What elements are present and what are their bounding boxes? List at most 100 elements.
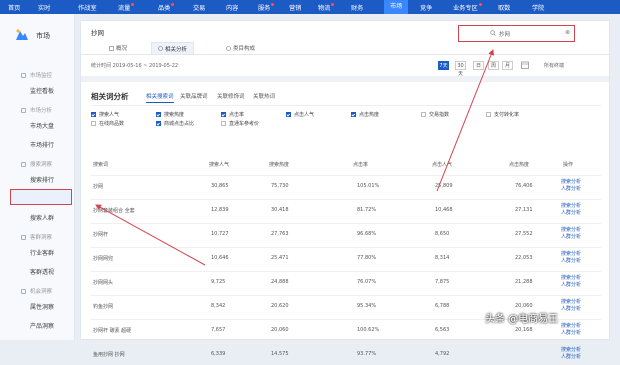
search-analysis-link[interactable]: 搜索分析 <box>561 299 581 306</box>
checkbox-label: 点击率 <box>229 112 245 118</box>
column-header[interactable]: 点击人气 <box>432 161 452 168</box>
divider <box>91 105 601 106</box>
category-icon <box>226 45 231 51</box>
metric-checkbox[interactable]: 搜索热度 <box>156 111 184 118</box>
column-header[interactable]: 点击率 <box>353 161 368 168</box>
clear-icon[interactable]: ⊗ <box>565 29 570 36</box>
nav-item-6[interactable]: 内容 <box>226 3 238 12</box>
nav-item-5[interactable]: 交易 <box>193 3 205 12</box>
search-analysis-link[interactable]: 搜索分析 <box>561 275 581 282</box>
period-button[interactable]: 日 <box>473 61 484 70</box>
search-word-cell: 钓鱼抄网 <box>93 304 114 310</box>
nav-item-14[interactable]: 取数 <box>498 3 510 12</box>
column-header[interactable]: 搜索热度 <box>269 161 289 168</box>
search-word-cell: 鱼用抄网 抄网 <box>93 352 125 358</box>
period-button[interactable]: 周 <box>488 61 499 70</box>
nav-item-1[interactable]: 实时 <box>38 3 50 12</box>
metric-cell: 9,725 <box>211 279 226 285</box>
panel-tab[interactable]: 相关搜索词 <box>146 92 174 103</box>
nav-item-8[interactable]: 营销 <box>289 3 301 12</box>
nav-item-10[interactable]: 财务 <box>351 3 363 12</box>
search-analysis-link[interactable]: 搜索分析 <box>561 179 581 186</box>
metric-cell: 30,418 <box>271 207 289 213</box>
crowd-analysis-link[interactable]: 人群分析 <box>561 210 581 217</box>
overview-icon <box>109 45 114 51</box>
new-dot-icon <box>478 3 482 6</box>
metric-checkbox[interactable]: 点击率 <box>221 111 244 118</box>
metric-checkbox[interactable]: 交易指数 <box>421 111 449 118</box>
tab-overview[interactable]: 概况 <box>109 44 127 52</box>
crowd-analysis-link[interactable]: 人群分析 <box>561 330 581 337</box>
sidebar-item[interactable]: 客群透视 <box>30 267 54 276</box>
sidebar-item[interactable]: 搜索人群 <box>30 213 54 222</box>
row-actions: 搜索分析 人群分析 <box>561 179 581 193</box>
period-button[interactable]: 7天 <box>438 61 449 70</box>
search-analysis-link[interactable]: 搜索分析 <box>561 203 581 210</box>
search-analysis-link[interactable]: 搜索分析 <box>561 347 581 354</box>
search-analysis-link[interactable]: 搜索分析 <box>561 227 581 234</box>
tab-category-composition[interactable]: 类目构成 <box>226 44 255 52</box>
checkbox-label: 点击热度 <box>359 112 380 118</box>
column-header[interactable]: 点击热度 <box>509 161 529 168</box>
metric-checkbox[interactable]: 直通车参考价 <box>221 120 259 127</box>
checkbox-icon <box>91 121 96 126</box>
search-input[interactable]: 抄网 <box>499 30 510 38</box>
crowd-analysis-link[interactable]: 人群分析 <box>561 306 581 313</box>
tab-related-analysis[interactable]: 相关分析 <box>151 42 195 54</box>
crowd-analysis-link[interactable]: 人群分析 <box>561 186 581 193</box>
nav-item-0[interactable]: 首页 <box>8 3 20 12</box>
search-analysis-link[interactable]: 搜索分析 <box>561 323 581 330</box>
group-icon <box>21 234 26 240</box>
column-header[interactable]: 搜索人气 <box>209 161 229 168</box>
search-icon <box>490 30 496 36</box>
sidebar-item[interactable]: 监控看板 <box>30 86 54 95</box>
crowd-analysis-link[interactable]: 人群分析 <box>561 234 581 241</box>
sidebar-item[interactable]: 属性洞察 <box>30 302 54 311</box>
panel-tab[interactable]: 关联修饰词 <box>217 92 245 100</box>
sidebar-item[interactable]: 市场大盘 <box>30 121 54 130</box>
crowd-analysis-link[interactable]: 人群分析 <box>561 258 581 265</box>
nav-item-7[interactable]: 服务 <box>258 3 275 12</box>
period-button[interactable]: 月 <box>502 61 513 70</box>
search-box[interactable]: 抄网 ⊗ <box>458 25 575 42</box>
nav-item-3[interactable]: 流量 <box>118 3 135 12</box>
metric-checkbox[interactable]: 点击人气 <box>286 111 314 118</box>
crowd-analysis-link[interactable]: 人群分析 <box>561 282 581 289</box>
metric-cell: 93.77% <box>357 351 377 357</box>
checkbox-icon <box>486 112 491 117</box>
calendar-icon[interactable] <box>521 61 529 69</box>
checkbox-icon <box>351 112 356 117</box>
panel-tab[interactable]: 关联品牌词 <box>180 92 208 100</box>
nav-item-9[interactable]: 物流 <box>318 3 335 12</box>
nav-item-12[interactable]: 竞争 <box>420 3 432 12</box>
sidebar-item[interactable]: 市场排行 <box>30 140 54 149</box>
nav-item-11[interactable]: 市场 <box>384 0 409 14</box>
sidebar-item[interactable]: 搜索排行 <box>30 175 54 184</box>
metric-checkbox[interactable]: 在线商品数 <box>91 120 124 127</box>
period-button[interactable]: 30天 <box>455 61 466 77</box>
nav-item-label: 内容 <box>226 5 239 12</box>
terminal-select[interactable]: 所有终端 <box>544 62 564 69</box>
metric-cell: 77.80% <box>357 255 377 261</box>
crowd-analysis-link[interactable]: 人群分析 <box>561 354 581 361</box>
nav-item-2[interactable]: 作战室 <box>78 3 97 12</box>
sidebar-group: 客群洞察 <box>21 233 52 241</box>
nav-item-4[interactable]: 品类 <box>158 3 175 12</box>
metric-checkbox[interactable]: 商城点击占比 <box>156 120 194 127</box>
table-row: 抄网 30,865 75,730 105.01% 25,809 76,406 搜索分析 人群分… <box>91 175 601 197</box>
group-label: 市场监控 <box>30 73 53 79</box>
search-analysis-link[interactable]: 搜索分析 <box>561 251 581 258</box>
sidebar-item[interactable]: 产品洞察 <box>30 321 54 330</box>
metric-cell: 22,053 <box>515 255 533 261</box>
panel-tab[interactable]: 关联热词 <box>253 92 275 100</box>
sidebar-item[interactable]: 行业客群 <box>30 248 54 257</box>
metric-cell: 20,620 <box>271 303 289 309</box>
metric-checkbox[interactable]: 支付转化率 <box>486 111 519 118</box>
nav-item-label: 首页 <box>8 5 21 12</box>
metric-cell: 27,552 <box>515 231 533 237</box>
metric-checkbox[interactable]: 点击热度 <box>351 111 379 118</box>
metric-cell: 20,168 <box>515 327 533 333</box>
nav-item-15[interactable]: 学院 <box>532 3 544 12</box>
metric-checkbox[interactable]: 搜索人气 <box>91 111 119 118</box>
nav-item-13[interactable]: 业务专区 <box>453 3 482 12</box>
